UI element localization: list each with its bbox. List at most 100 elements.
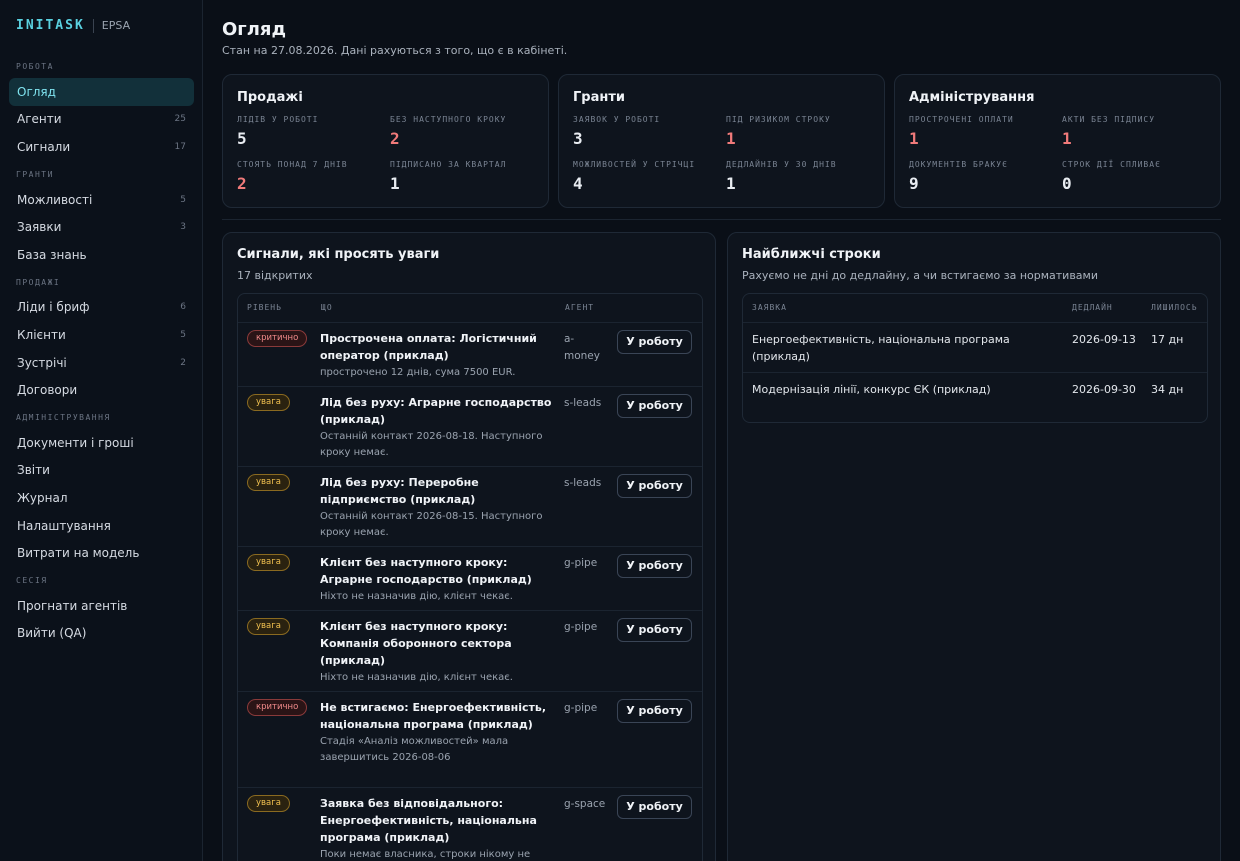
- signal-title: Не встигаємо: Енергоефективність, націон…: [320, 699, 552, 766]
- col-remaining: ЛИШИЛОСЬ: [1151, 303, 1198, 312]
- signal-agent: a-money: [564, 333, 600, 362]
- sidebar-item[interactable]: Журнал: [9, 484, 194, 512]
- signal-row: увага Заявка без відповідального: Енергое…: [238, 787, 702, 861]
- stat-label: ДОКУМЕНТІВ БРАКУЄ: [909, 160, 1008, 169]
- stat-value: 1: [390, 174, 400, 193]
- deadline-row[interactable]: Модернізація лінії, конкурс ЄК (приклад)…: [743, 372, 1207, 422]
- sidebar-item[interactable]: Клієнти 5: [9, 321, 194, 349]
- deadlines-panel: Найближчі строки Рахуємо не дні до дедла…: [727, 232, 1221, 861]
- sidebar-item[interactable]: База знань: [9, 241, 194, 269]
- page-title: Огляд: [222, 19, 286, 40]
- nav-section-title: ПРОДАЖІ: [16, 277, 61, 287]
- stat-value: 2: [237, 174, 247, 193]
- stat-label: СТРОК ДІЇ СПЛИВАЄ: [1062, 160, 1161, 169]
- stat-label: ЗАЯВОК У РОБОТІ: [573, 115, 661, 124]
- deadline-date: 2026-09-13: [1072, 333, 1136, 346]
- severity-badge: увага: [247, 618, 290, 635]
- nav-section-title: СЕСІЯ: [16, 575, 48, 585]
- signals-panel: Сигнали, які просять уваги 17 відкритих …: [222, 232, 716, 861]
- stat: АКТИ БЕЗ ПІДПИСУ 1: [1062, 115, 1155, 148]
- signals-count: 17 відкритих: [237, 269, 313, 282]
- col-agent: АГЕНТ: [565, 303, 595, 312]
- sidebar-item[interactable]: Вийти (QA): [9, 620, 194, 648]
- section-divider: [222, 219, 1221, 220]
- sidebar-item-label: Договори: [17, 383, 78, 398]
- deadline-date: 2026-09-30: [1072, 383, 1136, 396]
- stat-label: БЕЗ НАСТУПНОГО КРОКУ: [390, 115, 507, 124]
- take-to-work-button[interactable]: У роботу: [617, 618, 692, 642]
- stat-value: 2: [390, 129, 400, 148]
- col-level: РІВЕНЬ: [247, 303, 282, 312]
- sidebar-item[interactable]: Ліди і бриф 6: [9, 294, 194, 322]
- signals-table: РІВЕНЬ ЩО АГЕНТ критично Прострочена опла…: [237, 293, 703, 861]
- nav-section-title: ГРАНТИ: [16, 169, 54, 179]
- sidebar-item[interactable]: Договори: [9, 376, 194, 404]
- signal-title-text: Не встигаємо: Енергоефективність, націон…: [320, 701, 547, 731]
- stat-label: ПІД РИЗИКОМ СТРОКУ: [726, 115, 831, 124]
- stat: СТРОК ДІЇ СПЛИВАЄ 0: [1062, 160, 1161, 193]
- signal-agent: g-pipe: [564, 557, 598, 569]
- signal-description: Стадія «Аналіз можливостей» мала заверши…: [320, 736, 509, 763]
- take-to-work-button[interactable]: У роботу: [617, 474, 692, 498]
- stat: ЗАЯВОК У РОБОТІ 3: [573, 115, 660, 148]
- take-to-work-button[interactable]: У роботу: [617, 330, 692, 354]
- sidebar-item[interactable]: Сигнали 17: [9, 133, 194, 161]
- sidebar-item[interactable]: Огляд: [9, 78, 194, 106]
- sidebar-item[interactable]: Прогнати агентів: [9, 592, 194, 620]
- sidebar-item-label: Вийти (QA): [17, 626, 87, 641]
- sidebar-item-label: Звіти: [17, 463, 50, 478]
- sidebar-item-count: 17: [174, 141, 186, 152]
- col-deadline: ДЕДЛАЙН: [1072, 303, 1113, 312]
- summary-card-grants: Гранти ЗАЯВОК У РОБОТІ 3 ПІД РИЗИКОМ СТРОК…: [558, 74, 885, 208]
- sidebar: INITASK EPSA РОБОТА Огляд Агенти 25 Сигнали 1…: [0, 0, 203, 861]
- stat-label: ПРОСТРОЧЕНІ ОПЛАТИ: [909, 115, 1014, 124]
- signal-title-text: Клієнт без наступного кроку: Компанія об…: [320, 620, 512, 667]
- sidebar-item-count: 5: [180, 194, 186, 205]
- sidebar-item[interactable]: Звіти: [9, 457, 194, 485]
- stat-value: 9: [909, 174, 919, 193]
- sidebar-item-label: Сигнали: [17, 139, 71, 154]
- col-application: ЗАЯВКА: [752, 303, 787, 312]
- sidebar-item-label: Зустрічі: [17, 355, 67, 370]
- deadline-row[interactable]: Енергоефективність, національна програма…: [743, 322, 1207, 372]
- sidebar-item-label: Можливості: [17, 192, 93, 207]
- take-to-work-button[interactable]: У роботу: [617, 699, 692, 723]
- signal-title: Лід без руху: Аграрне господарство (прик…: [320, 394, 552, 461]
- signal-description: Ніхто не назначив дію, клієнт чекає.: [320, 672, 513, 683]
- sidebar-item-label: Документи і гроші: [17, 435, 134, 450]
- signal-agent: g-pipe: [564, 621, 598, 633]
- sidebar-item-label: Клієнти: [17, 327, 66, 342]
- stat-value: 0: [1062, 174, 1072, 193]
- signal-row: критично Прострочена оплата: Логістичний …: [238, 322, 702, 386]
- signal-row: критично Не встигаємо: Енергоефективність…: [238, 691, 702, 787]
- stat: ПІДПИСАНО ЗА КВАРТАЛ 1: [390, 160, 506, 193]
- sidebar-item-count: 6: [180, 302, 186, 313]
- brand-logo[interactable]: INITASK: [16, 18, 85, 33]
- signal-row: увага Клієнт без наступного кроку: Аграрн…: [238, 546, 702, 610]
- sidebar-item[interactable]: Налаштування: [9, 512, 194, 540]
- severity-badge: увага: [247, 394, 290, 411]
- sidebar-item[interactable]: Агенти 25: [9, 106, 194, 134]
- take-to-work-button[interactable]: У роботу: [617, 554, 692, 578]
- card-title: Продажі: [237, 90, 303, 105]
- sidebar-item-label: Огляд: [17, 84, 56, 99]
- sidebar-item[interactable]: Документи і гроші: [9, 429, 194, 457]
- sidebar-item[interactable]: Заявки 3: [9, 213, 194, 241]
- signal-title-text: Заявка без відповідального: Енергоефекти…: [320, 797, 537, 844]
- signal-agent: s-leads: [564, 397, 602, 409]
- signal-agent: g-pipe: [564, 702, 598, 714]
- brand-divider: [92, 18, 94, 33]
- sidebar-item[interactable]: Витрати на модель: [9, 539, 194, 567]
- summary-card-sales: Продажі ЛІДІВ У РОБОТІ 5 БЕЗ НАСТУПНОГО КР…: [222, 74, 549, 208]
- stat-label: АКТИ БЕЗ ПІДПИСУ: [1062, 115, 1156, 124]
- page-subtitle: Стан на 27.08.2026. Дані рахуються з тог…: [222, 44, 568, 57]
- signal-description: Останній контакт 2026-08-18. Наступного …: [320, 431, 543, 458]
- take-to-work-button[interactable]: У роботу: [617, 394, 692, 418]
- signal-description: Ніхто не назначив дію, клієнт чекає.: [320, 591, 513, 602]
- take-to-work-button[interactable]: У роботу: [617, 795, 692, 819]
- sidebar-item[interactable]: Зустрічі 2: [9, 349, 194, 377]
- sidebar-item[interactable]: Можливості 5: [9, 186, 194, 214]
- sidebar-item-count: 5: [180, 329, 186, 340]
- signal-row: увага Клієнт без наступного кроку: Компан…: [238, 610, 702, 691]
- nav-section-title: АДМІНІСТРУВАННЯ: [16, 412, 111, 422]
